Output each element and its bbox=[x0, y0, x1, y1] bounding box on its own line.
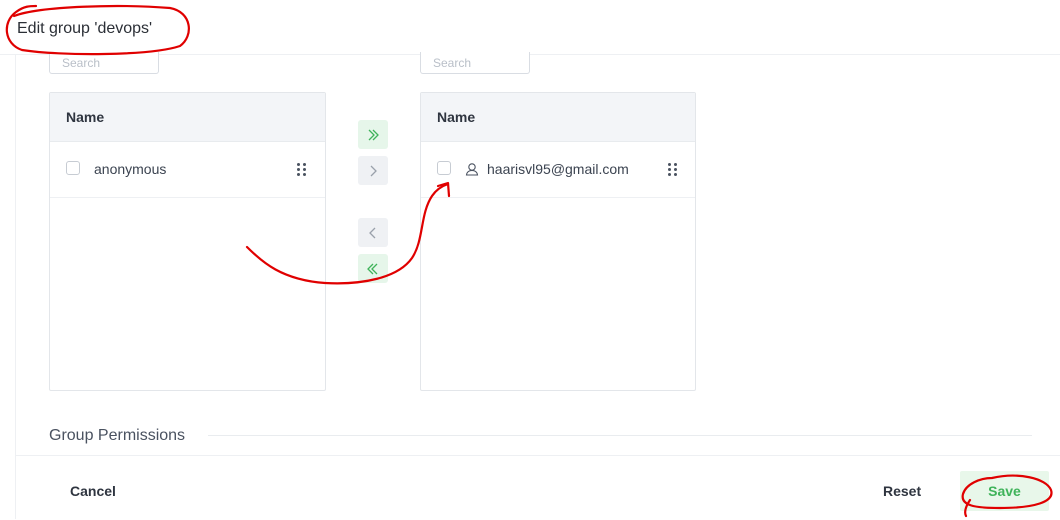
move-all-left-button[interactable] bbox=[358, 254, 388, 283]
divider bbox=[208, 435, 1032, 436]
dialog-title: Edit group 'devops' bbox=[17, 20, 153, 37]
reset-button[interactable]: Reset bbox=[883, 483, 921, 499]
selected-list-header: Name bbox=[421, 93, 695, 142]
cancel-button[interactable]: Cancel bbox=[70, 483, 116, 499]
drag-handle-icon[interactable] bbox=[668, 162, 680, 176]
drag-handle-icon[interactable] bbox=[297, 162, 309, 176]
dialog-header: Edit group 'devops' bbox=[0, 0, 1060, 55]
move-left-button[interactable] bbox=[358, 218, 388, 247]
chevron-right-icon bbox=[370, 165, 377, 176]
item-label: haarisvl95@gmail.com bbox=[487, 161, 629, 177]
list-item[interactable]: anonymous bbox=[50, 142, 325, 198]
chevron-left-icon bbox=[369, 227, 376, 238]
list-item[interactable]: haarisvl95@gmail.com bbox=[421, 142, 695, 198]
item-label: anonymous bbox=[94, 161, 167, 177]
selected-search-input[interactable] bbox=[420, 52, 530, 74]
available-list-header: Name bbox=[50, 93, 325, 142]
move-all-right-button[interactable] bbox=[358, 120, 388, 149]
item-checkbox[interactable] bbox=[66, 161, 80, 175]
divider bbox=[15, 54, 16, 519]
move-right-button[interactable] bbox=[358, 156, 388, 185]
available-search-input[interactable] bbox=[49, 52, 159, 74]
available-list: Name anonymous bbox=[49, 92, 326, 391]
save-button-label: Save bbox=[988, 483, 1021, 499]
item-checkbox[interactable] bbox=[437, 161, 451, 175]
double-chevron-left-icon bbox=[367, 263, 378, 274]
double-chevron-right-icon bbox=[368, 129, 379, 140]
group-permissions-heading: Group Permissions bbox=[49, 427, 186, 444]
user-icon bbox=[465, 163, 479, 176]
selected-list: Name haarisvl95@gmail.com bbox=[420, 92, 696, 391]
save-button[interactable]: Save bbox=[960, 471, 1049, 511]
